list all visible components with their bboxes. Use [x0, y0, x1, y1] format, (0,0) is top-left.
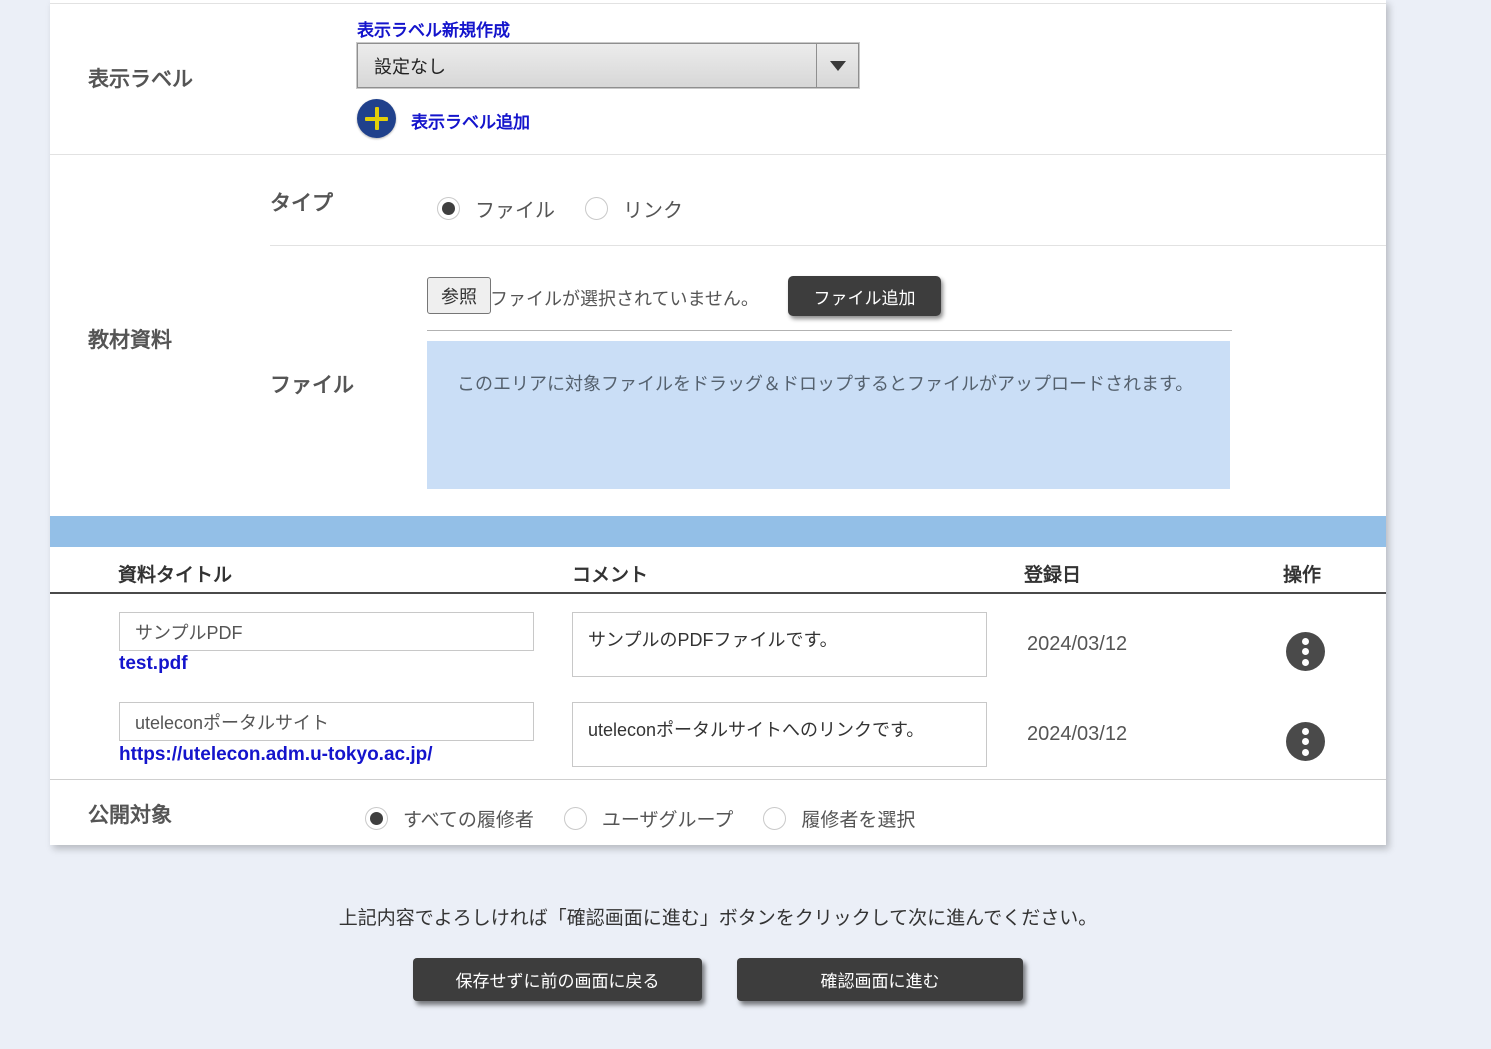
table-header-comment: コメント: [572, 560, 648, 587]
table-bottom-divider: [50, 779, 1386, 780]
file-dropzone[interactable]: このエリアに対象ファイルをドラッグ＆ドロップするとファイルがアップロードされます…: [427, 341, 1230, 489]
no-file-selected-text: ファイルが選択されていません。: [490, 285, 759, 311]
radio-type-link[interactable]: リンク: [585, 194, 683, 223]
material-date: 2024/03/12: [1027, 633, 1127, 656]
row-actions-kebab-icon[interactable]: [1286, 722, 1325, 761]
publish-row-label: 公開対象: [88, 799, 172, 829]
table-header-actions: 操作: [1283, 560, 1321, 587]
display-label-select[interactable]: 設定なし: [357, 43, 859, 88]
add-file-button[interactable]: ファイル追加: [788, 276, 941, 316]
radio-select-students[interactable]: 履修者を選択: [763, 805, 915, 832]
table-top-band: [50, 516, 1386, 547]
dropzone-text: このエリアに対象ファイルをドラッグ＆ドロップするとファイルがアップロードされます…: [457, 371, 1202, 399]
material-title-input[interactable]: [119, 702, 534, 741]
material-title-input[interactable]: [119, 612, 534, 651]
radio-type-file[interactable]: ファイル: [437, 194, 555, 223]
file-row-label: ファイル: [270, 369, 354, 399]
radio-unselected-icon[interactable]: [763, 807, 786, 830]
confirm-instruction-text: 上記内容でよろしければ「確認画面に進む」ボタンをクリックして次に進んでください。: [50, 903, 1386, 930]
material-edit-panel: 表示ラベル 表示ラベル新規作成 設定なし 表示ラベル追加 タイプ ファイル リン…: [50, 0, 1386, 845]
radio-selected-icon[interactable]: [365, 807, 388, 830]
material-file-link[interactable]: test.pdf: [119, 653, 188, 675]
type-radio-group: ファイル リンク: [437, 194, 713, 223]
material-url-link[interactable]: https://utelecon.adm.u-tokyo.ac.jp/: [119, 744, 433, 766]
browse-file-button[interactable]: 参照: [427, 277, 491, 314]
display-label-select-value: 設定なし: [358, 53, 816, 79]
type-row-divider: [270, 245, 1386, 246]
publish-radio-group: すべての履修者 ユーザグループ 履修者を選択: [365, 805, 945, 832]
back-without-save-button[interactable]: 保存せずに前の画面に戻る: [413, 958, 702, 1001]
table-header-date: 登録日: [1024, 560, 1081, 587]
add-display-label-button[interactable]: [357, 99, 396, 138]
radio-selected-icon[interactable]: [437, 197, 460, 220]
material-comment-input[interactable]: サンプルのPDFファイルです。: [572, 612, 987, 677]
go-to-confirm-button[interactable]: 確認画面に進む: [737, 958, 1023, 1001]
select-dropdown-arrow-icon[interactable]: [816, 44, 858, 87]
table-header-underline: [50, 592, 1386, 594]
plus-icon: [375, 107, 379, 130]
section-divider: [50, 154, 1386, 155]
material-comment-input[interactable]: uteleconポータルサイトへのリンクです。: [572, 702, 987, 767]
radio-all-students[interactable]: すべての履修者: [365, 805, 534, 832]
radio-user-group[interactable]: ユーザグループ: [564, 805, 733, 832]
add-display-label-link[interactable]: 表示ラベル追加: [411, 108, 530, 133]
radio-unselected-icon[interactable]: [585, 197, 608, 220]
type-row-label: タイプ: [270, 187, 333, 217]
row-actions-kebab-icon[interactable]: [1286, 632, 1325, 671]
material-row-label: 教材資料: [88, 324, 172, 354]
material-date: 2024/03/12: [1027, 723, 1127, 746]
create-display-label-link[interactable]: 表示ラベル新規作成: [357, 16, 510, 41]
file-row-divider: [427, 330, 1232, 331]
radio-unselected-icon[interactable]: [564, 807, 587, 830]
top-divider: [50, 3, 1386, 4]
table-header-title: 資料タイトル: [118, 560, 232, 587]
display-label-row-label: 表示ラベル: [88, 63, 193, 93]
